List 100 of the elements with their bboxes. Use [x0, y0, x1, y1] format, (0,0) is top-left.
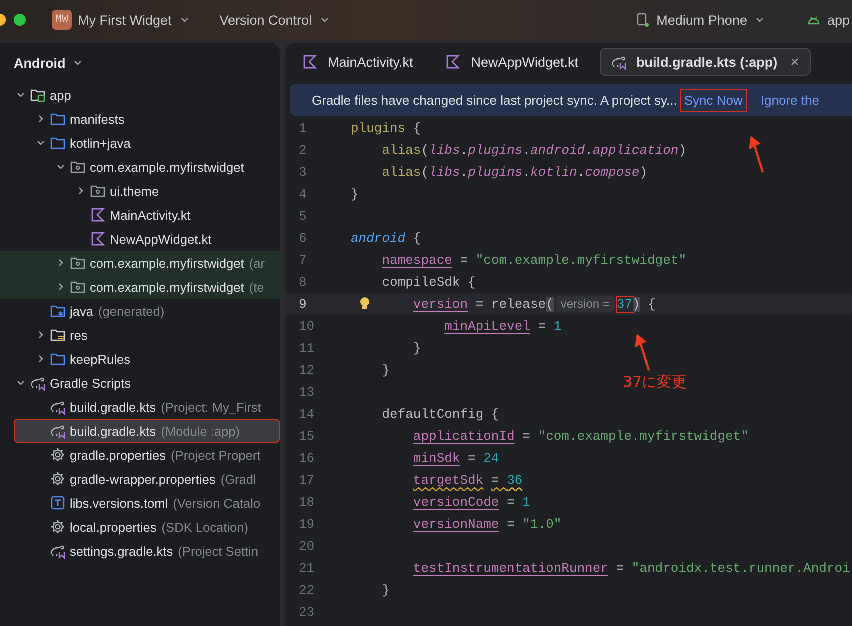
tree-item[interactable]: gradle.properties (Project Propert	[0, 443, 280, 467]
tree-item[interactable]: keepRules	[0, 347, 280, 371]
code-line: }	[381, 582, 390, 598]
tree-item[interactable]: MainActivity.kt	[0, 203, 280, 227]
run-config-menu[interactable]: app	[801, 8, 852, 32]
line-number: 6	[298, 230, 308, 246]
tree-item[interactable]: libs.versions.toml (Version Catalo	[0, 491, 280, 515]
line-number: 5	[298, 208, 308, 224]
generated-folder-icon	[50, 303, 66, 319]
chevron-down-icon[interactable]	[16, 90, 26, 100]
code-line: namespace = "com.example.myfirstwidget"	[381, 252, 686, 268]
line-number: 2	[298, 142, 308, 158]
close-icon[interactable]	[790, 57, 800, 67]
editor-tab[interactable]: build.gradle.kts (:app)	[600, 48, 811, 76]
chevron-down-icon[interactable]	[36, 138, 46, 148]
gradle-elephant-icon	[50, 543, 66, 559]
chevron-down-icon[interactable]	[56, 162, 66, 172]
chevron-right-icon[interactable]	[36, 114, 46, 124]
text-file-icon	[50, 495, 66, 511]
tree-item[interactable]: kotlin+java	[0, 131, 280, 155]
gradle-elephant-icon	[50, 399, 66, 415]
tree-item[interactable]: app	[0, 83, 280, 107]
code-line: defaultConfig {	[381, 406, 500, 422]
tree-item[interactable]: com.example.myfirstwidget (ar	[0, 251, 280, 275]
chevron-right-icon[interactable]	[56, 282, 66, 292]
code-text: = release	[476, 296, 546, 312]
tree-item[interactable]: manifests	[0, 107, 280, 131]
matched-bracket: (	[546, 296, 554, 312]
gear-icon	[50, 471, 66, 487]
line-number: 3	[298, 164, 308, 180]
code-line: }	[412, 340, 422, 356]
code-text: version	[413, 296, 468, 312]
line-number: 12	[298, 362, 316, 378]
chevron-down-icon[interactable]	[320, 15, 330, 25]
tree-item[interactable]: java (generated)	[0, 299, 280, 323]
gradle-elephant-icon	[30, 375, 46, 391]
kotlin-file-icon	[445, 54, 462, 70]
tree-item[interactable]: com.example.myfirstwidget (te	[0, 275, 280, 299]
code-line: minApiLevel = 1	[444, 318, 562, 334]
lightbulb-icon[interactable]	[359, 297, 371, 311]
kotlin-file-icon	[90, 231, 106, 247]
highlighted-number: 37	[616, 296, 633, 312]
kotlin-file-icon	[90, 207, 106, 223]
folder-icon	[50, 135, 66, 151]
annotation-note: 37に変更	[623, 373, 688, 392]
tree-item[interactable]: build.gradle.kts (Project: My_First	[0, 395, 280, 419]
tree-item[interactable]: Gradle Scripts	[0, 371, 280, 395]
chevron-right-icon[interactable]	[36, 354, 46, 364]
line-number: 1	[298, 120, 308, 136]
chevron-right-icon[interactable]	[36, 330, 46, 340]
code-line: versionName = "1.0"	[412, 516, 562, 532]
line-number: 9	[298, 296, 308, 312]
package-folder-icon	[90, 183, 106, 199]
tree-item[interactable]: settings.gradle.kts (Project Settin	[0, 539, 280, 563]
zoom-button[interactable]	[14, 14, 26, 26]
tree-item[interactable]: NewAppWidget.kt	[0, 227, 280, 251]
tree-item[interactable]: ui.theme	[0, 179, 280, 203]
device-menu[interactable]: Medium Phone	[628, 8, 776, 32]
package-folder-icon	[70, 255, 86, 271]
kotlin-file-icon	[302, 54, 318, 70]
code-line: minSdk = 24	[412, 450, 500, 466]
package-folder-icon	[70, 279, 86, 295]
line-number: 4	[298, 186, 308, 202]
line-number: 11	[298, 340, 316, 356]
tree-item[interactable]: gradle-wrapper.properties (Gradl	[0, 467, 280, 491]
tree-item[interactable]: res	[0, 323, 280, 347]
editor-tab[interactable]: NewAppWidget.kt	[434, 48, 590, 76]
line-number: 21	[298, 560, 316, 576]
inlay-hint: version =	[556, 296, 615, 312]
banner-message: Gradle files have changed since last project sync. A project sy...	[312, 92, 678, 108]
gradle-elephant-icon	[50, 423, 66, 439]
code-line: compileSdk {	[381, 274, 476, 290]
code-line: alias(libs.plugins.android.application)	[381, 142, 687, 158]
tree-item[interactable]: build.gradle.kts (Module :app)	[14, 419, 280, 443]
code-text: {	[648, 296, 656, 312]
chevron-right-icon[interactable]	[56, 258, 66, 268]
folder-icon	[50, 351, 66, 367]
line-number: 15	[298, 428, 316, 444]
code-line: }	[351, 186, 359, 202]
gear-icon	[50, 519, 66, 535]
banner-link[interactable]: Ignore the	[758, 90, 822, 110]
chevron-down-icon[interactable]	[180, 15, 190, 25]
line-number: 14	[298, 406, 316, 422]
code-line: applicationId = "com.example.myfirstwidget"	[412, 428, 749, 444]
tree-item[interactable]: local.properties (SDK Location)	[0, 515, 280, 539]
chevron-down-icon[interactable]	[16, 378, 26, 388]
tree-item[interactable]: com.example.myfirstwidget	[0, 155, 280, 179]
vcs-menu[interactable]: Version Control	[214, 8, 340, 32]
code-line: alias(libs.plugins.kotlin.compose)	[381, 164, 648, 180]
line-number: 18	[298, 494, 316, 510]
banner-link[interactable]: Sync Now	[681, 90, 746, 110]
editor-tab[interactable]: MainActivity.kt	[291, 48, 424, 76]
phone-icon	[634, 12, 651, 28]
view-selector[interactable]: Android	[14, 56, 87, 70]
project-menu[interactable]: My First Widget	[72, 8, 200, 32]
chevron-right-icon[interactable]	[76, 186, 86, 196]
line-number: 22	[298, 582, 316, 598]
chevron-down-icon[interactable]	[755, 15, 766, 25]
folder-icon	[50, 111, 66, 127]
chevron-down-icon[interactable]	[72, 58, 83, 68]
